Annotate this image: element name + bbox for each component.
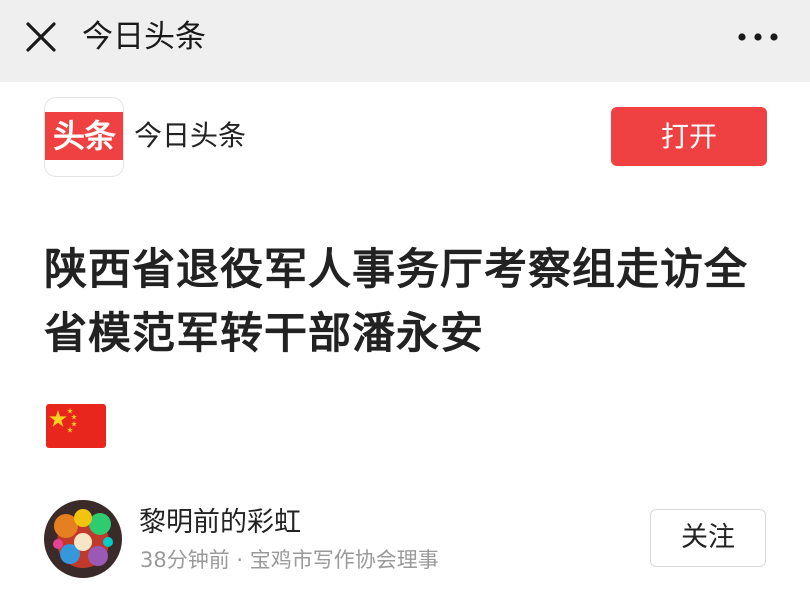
app-logo[interactable]: 头条 [44, 97, 124, 177]
more-button[interactable] [736, 22, 780, 52]
open-app-button[interactable]: 打开 [611, 107, 767, 166]
close-button[interactable] [18, 16, 62, 60]
top-bar: 今日头条 [0, 0, 810, 82]
close-icon [26, 22, 56, 52]
author-meta: 38分钟前 · 宝鸡市写作协会理事 [140, 548, 439, 572]
author-avatar[interactable] [44, 500, 122, 578]
more-dots-icon [738, 33, 778, 41]
follow-button[interactable]: 关注 [650, 509, 766, 567]
app-logo-text: 头条 [45, 112, 123, 160]
article-title: 陕西省退役军人事务厅考察组走访全省模范军转干部潘永安 [44, 245, 748, 359]
china-flag-icon [46, 404, 106, 448]
app-name: 今日头条 [134, 119, 247, 152]
author-name[interactable]: 黎明前的彩虹 [139, 505, 301, 541]
page-title: 今日头条 [82, 19, 206, 55]
